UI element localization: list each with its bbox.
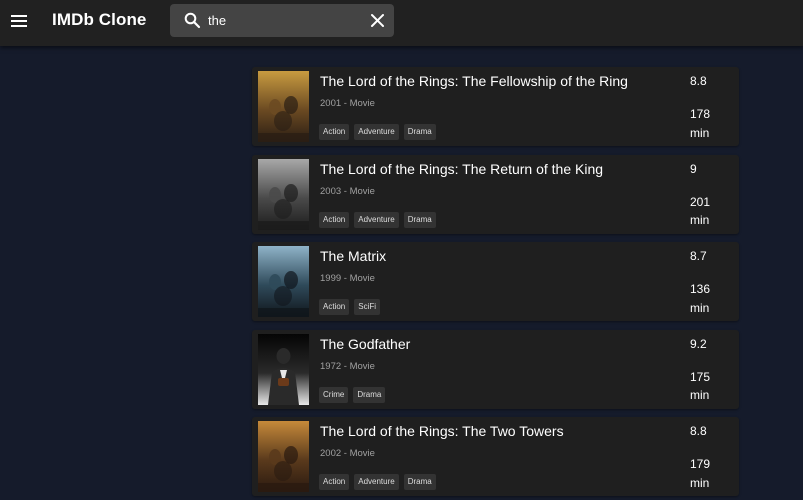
movie-poster — [258, 246, 309, 317]
genre-chip: Action — [319, 299, 350, 315]
genre-list: Action Adventure Drama — [319, 474, 436, 490]
movie-meta: 1972 - Movie — [320, 360, 375, 372]
menu-icon[interactable] — [9, 11, 29, 31]
runtime-unit: min — [690, 213, 710, 227]
top-app-bar: IMDb Clone — [0, 0, 803, 46]
genre-chip: Action — [319, 124, 350, 140]
movie-poster — [258, 421, 309, 492]
genre-chip: SciFi — [354, 299, 381, 315]
movie-poster — [258, 333, 309, 405]
movie-title[interactable]: The Lord of the Rings: The Two Towers — [320, 423, 564, 439]
movie-meta: 2002 - Movie — [320, 448, 375, 459]
movie-title[interactable]: The Godfather — [320, 336, 410, 352]
genre-chip: Adventure — [354, 211, 399, 228]
movie-poster — [258, 71, 309, 142]
movie-card[interactable]: The Lord of the Rings: The Return of the… — [252, 154, 739, 234]
close-icon[interactable] — [370, 13, 385, 28]
movie-runtime: 179 min — [690, 455, 710, 492]
search-results-list: The Lord of the Rings: The Fellowship of… — [252, 67, 739, 500]
genre-list: Action Adventure Drama — [319, 211, 436, 228]
movie-runtime: 136 min — [690, 280, 710, 317]
movie-poster — [258, 158, 309, 230]
movie-card[interactable]: The Godfather 1972 - Movie Crime Drama 9… — [252, 329, 739, 409]
movie-runtime: 201 min — [690, 193, 710, 230]
genre-list: Action Adventure Drama — [319, 124, 436, 140]
movie-runtime: 178 min — [690, 105, 710, 142]
runtime-value: 178 — [690, 107, 711, 121]
movie-rating: 9.2 — [690, 336, 707, 351]
genre-chip: Action — [319, 211, 350, 228]
movie-rating: 9 — [690, 161, 697, 176]
runtime-value: 136 — [690, 282, 711, 296]
runtime-unit: min — [690, 475, 710, 490]
search-icon — [184, 12, 201, 29]
movie-title[interactable]: The Lord of the Rings: The Return of the… — [320, 161, 603, 177]
runtime-value: 179 — [690, 457, 711, 471]
movie-card[interactable]: The Lord of the Rings: The Two Towers 20… — [252, 417, 739, 496]
search-bar — [170, 4, 394, 37]
runtime-unit: min — [690, 125, 710, 140]
movie-meta: 2001 - Movie — [320, 98, 375, 109]
genre-chip: Crime — [319, 386, 349, 403]
runtime-unit: min — [690, 388, 710, 402]
genre-list: Action SciFi — [319, 299, 381, 315]
movie-rating: 8.7 — [690, 249, 707, 263]
genre-chip: Drama — [403, 124, 436, 140]
movie-meta: 2003 - Movie — [320, 185, 375, 197]
genre-chip: Adventure — [354, 124, 399, 140]
runtime-value: 201 — [690, 194, 711, 209]
movie-title[interactable]: The Lord of the Rings: The Fellowship of… — [320, 73, 628, 89]
app-title[interactable]: IMDb Clone — [52, 10, 147, 30]
genre-chip: Action — [319, 474, 350, 490]
runtime-unit: min — [690, 300, 710, 315]
genre-chip: Adventure — [354, 474, 399, 490]
movie-title[interactable]: The Matrix — [320, 248, 386, 264]
genre-chip: Drama — [403, 474, 436, 490]
search-input[interactable] — [208, 10, 358, 31]
genre-list: Crime Drama — [319, 386, 386, 403]
genre-chip: Drama — [353, 386, 386, 403]
movie-card[interactable]: The Matrix 1999 - Movie Action SciFi 8.7… — [252, 242, 739, 321]
movie-runtime: 175 min — [690, 368, 710, 405]
movie-card[interactable]: The Lord of the Rings: The Fellowship of… — [252, 67, 739, 146]
runtime-value: 175 — [690, 369, 711, 384]
movie-rating: 8.8 — [690, 74, 707, 88]
movie-rating: 8.8 — [690, 424, 707, 438]
genre-chip: Drama — [403, 211, 436, 228]
movie-meta: 1999 - Movie — [320, 273, 375, 284]
